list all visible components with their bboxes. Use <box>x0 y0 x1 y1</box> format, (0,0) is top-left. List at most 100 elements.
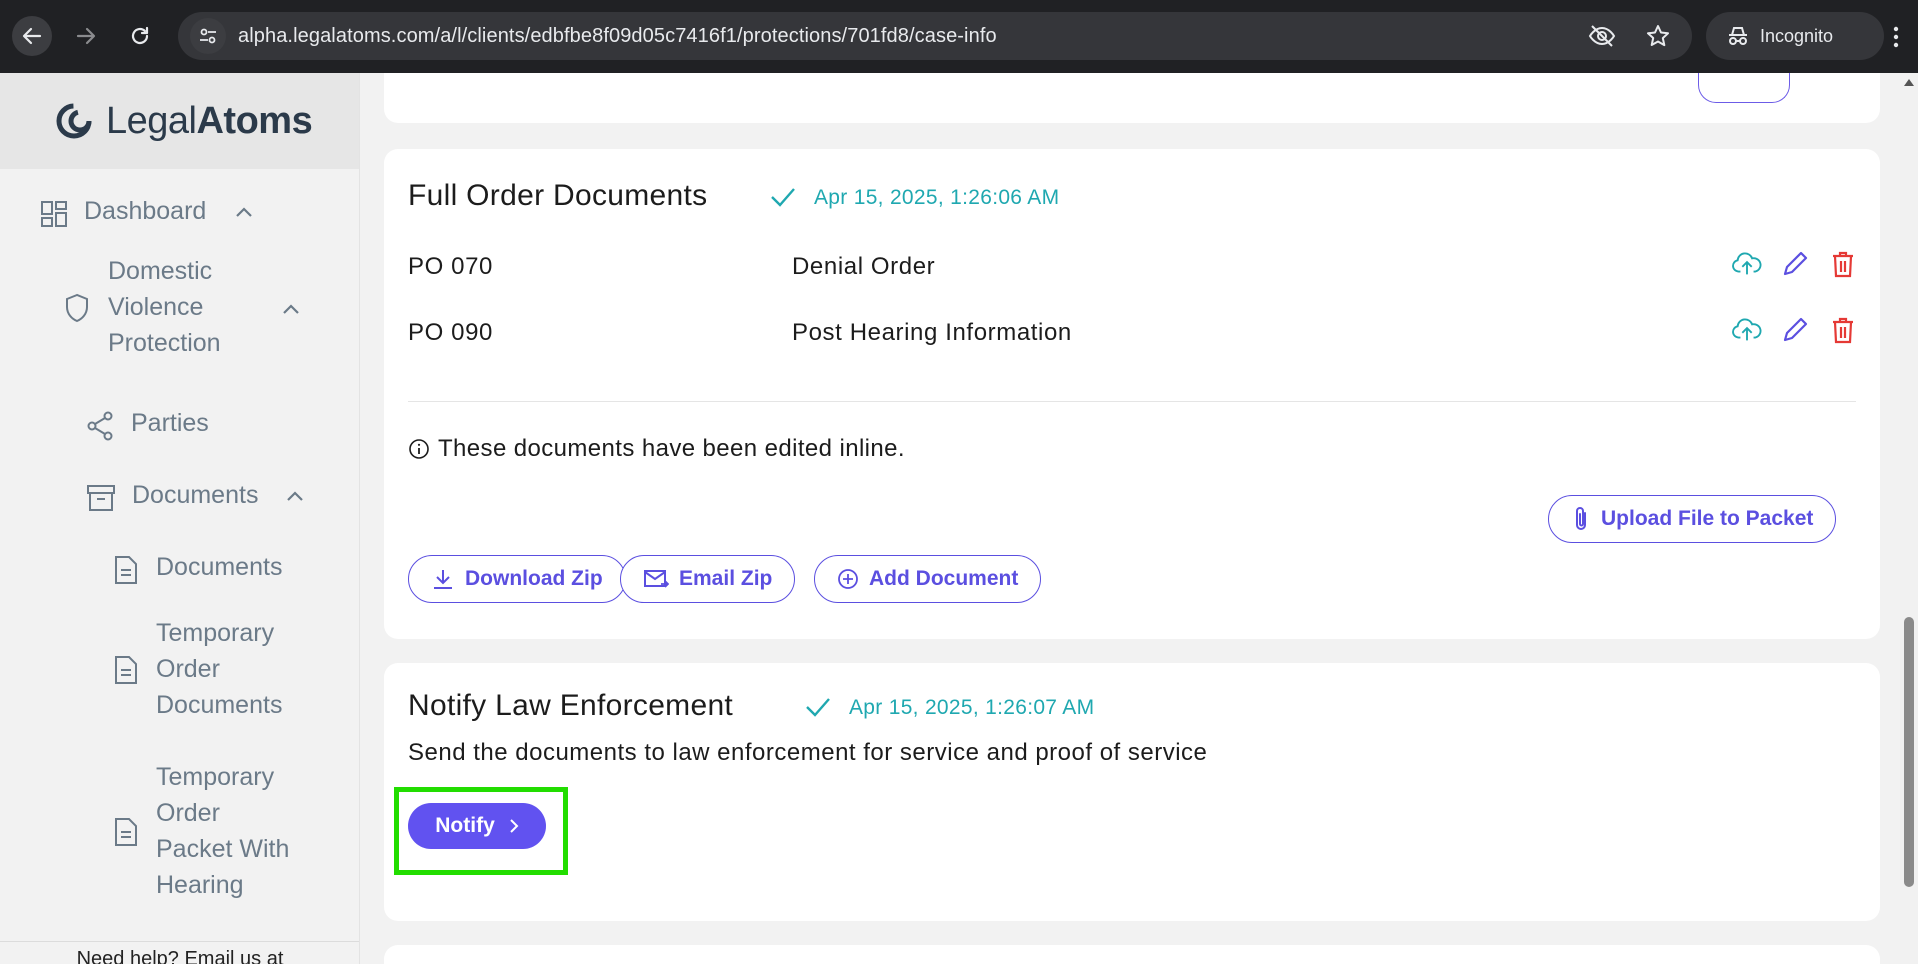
main-content: Full Order Documents Apr 15, 2025, 1:26:… <box>362 73 1900 964</box>
document-actions <box>1732 315 1858 345</box>
share-nodes-icon <box>87 411 113 441</box>
button-label: Notify <box>435 814 495 837</box>
notify-law-enforcement-card: Notify Law Enforcement Apr 15, 2025, 1:2… <box>384 663 1880 921</box>
sidebar-item-label: Documents <box>132 481 259 509</box>
chevron-up-icon <box>236 207 252 217</box>
section-title: Notify Law Enforcement <box>408 689 734 722</box>
dashboard-grid-icon <box>41 201 67 227</box>
kebab-menu-icon <box>1893 26 1899 48</box>
inline-edit-note: These documents have been edited inline. <box>408 435 905 463</box>
sidebar-item-line: Hearing <box>156 871 244 899</box>
incognito-label: Incognito <box>1760 25 1834 46</box>
chevron-up-icon <box>287 491 303 501</box>
sidebar-item-line: Order <box>156 655 220 683</box>
document-code: PO 070 <box>408 253 493 280</box>
button-label: Upload File to Packet <box>1601 507 1814 530</box>
document-name[interactable]: Post Hearing Information <box>792 319 1072 347</box>
sidebar-item-line: Temporary <box>156 619 275 647</box>
sidebar-item-parties[interactable]: Parties <box>86 405 326 445</box>
sidebar-item-temporary-order-documents[interactable]: Temporary Order Documents <box>112 615 332 725</box>
document-code: PO 090 <box>408 319 493 346</box>
completed-timestamp: Apr 15, 2025, 1:26:07 AM <box>849 696 1095 719</box>
previous-section-button[interactable] <box>1698 73 1790 103</box>
arrow-left-icon <box>22 27 42 45</box>
check-icon <box>806 698 830 717</box>
logo-light: Legal <box>106 99 197 142</box>
trash-delete-icon[interactable] <box>1828 249 1858 279</box>
add-document-button[interactable]: Add Document <box>814 555 1042 603</box>
back-button[interactable] <box>12 16 52 56</box>
url-text[interactable]: alpha.legalatoms.com/a/l/clients/edbfbe8… <box>238 25 997 48</box>
notify-button[interactable]: Notify <box>408 803 546 849</box>
logo[interactable]: LegalAtoms <box>0 73 359 169</box>
section-title: Full Order Documents <box>408 179 708 212</box>
logo-text: LegalAtoms <box>106 99 313 143</box>
previous-section-card <box>384 73 1880 123</box>
sidebar-item-line: Temporary <box>156 763 275 791</box>
bookmark-star-icon[interactable] <box>1646 24 1670 53</box>
help-text: Need help? Email us at <box>0 941 359 964</box>
archive-box-icon <box>87 485 115 511</box>
sidebar-item-label: Parties <box>131 409 209 437</box>
download-icon <box>434 570 452 589</box>
sidebar-item-documents[interactable]: Documents <box>86 477 326 517</box>
completed-timestamp: Apr 15, 2025, 1:26:06 AM <box>814 186 1060 209</box>
email-zip-button[interactable]: Email Zip <box>620 555 796 603</box>
logo-bold: Atoms <box>196 99 313 142</box>
cloud-upload-icon[interactable] <box>1732 315 1762 345</box>
sidebar-item-label: Dashboard <box>84 197 207 225</box>
divider <box>408 401 1856 402</box>
incognito-indicator[interactable]: Incognito <box>1706 12 1884 60</box>
trash-delete-icon[interactable] <box>1828 315 1858 345</box>
plus-circle-icon <box>838 569 858 589</box>
sidebar-item-line: Violence <box>108 293 204 321</box>
sidebar-item-line: Order <box>156 799 220 827</box>
download-zip-button[interactable]: Download Zip <box>408 555 626 603</box>
sidebar: LegalAtoms Dashboard Domestic Violence P… <box>0 73 360 964</box>
button-label: Download Zip <box>465 567 603 590</box>
eye-off-icon[interactable] <box>1588 24 1616 53</box>
chevron-up-icon <box>283 304 299 314</box>
document-icon <box>115 818 137 846</box>
browser-menu-button[interactable] <box>1886 24 1906 50</box>
sidebar-item-documents-sub[interactable]: Documents <box>112 549 332 589</box>
document-icon <box>115 656 137 684</box>
sidebar-item-line: Protection <box>108 329 221 357</box>
scrollbar-thumb[interactable] <box>1904 617 1914 887</box>
section-description: Send the documents to law enforcement fo… <box>408 739 1208 766</box>
scroll-up-arrow-icon[interactable] <box>1904 79 1914 86</box>
page-scrollbar[interactable] <box>1900 73 1918 964</box>
site-info-icon[interactable] <box>190 18 226 54</box>
legalatoms-logo-icon <box>56 103 92 139</box>
document-name[interactable]: Denial Order <box>792 253 935 281</box>
cloud-upload-icon[interactable] <box>1732 249 1762 279</box>
sidebar-item-temporary-order-packet[interactable]: Temporary Order Packet With Hearing <box>112 759 342 907</box>
pencil-edit-icon[interactable] <box>1780 315 1810 345</box>
reload-button[interactable] <box>120 16 160 56</box>
document-icon <box>115 556 137 584</box>
shield-icon <box>66 293 88 323</box>
check-icon <box>771 188 795 207</box>
upload-file-to-packet-button[interactable]: Upload File to Packet <box>1548 495 1837 543</box>
pencil-edit-icon[interactable] <box>1780 249 1810 279</box>
next-section-card <box>384 945 1880 964</box>
incognito-icon <box>1729 27 1747 45</box>
sidebar-item-dashboard[interactable]: Dashboard <box>38 193 338 233</box>
info-icon <box>409 439 429 459</box>
document-actions <box>1732 249 1858 279</box>
sidebar-item-line: Documents <box>156 691 283 719</box>
button-label: Add Document <box>869 567 1019 590</box>
note-text: These documents have been edited inline. <box>438 435 905 462</box>
full-order-documents-card: Full Order Documents Apr 15, 2025, 1:26:… <box>384 149 1880 639</box>
paperclip-icon <box>1576 507 1586 530</box>
sidebar-item-line: Packet With <box>156 835 290 863</box>
address-bar[interactable]: alpha.legalatoms.com/a/l/clients/edbfbe8… <box>178 12 1692 60</box>
email-icon <box>644 570 669 588</box>
arrow-right-icon <box>76 27 96 45</box>
sidebar-item-line: Domestic <box>108 257 213 285</box>
button-label: Email Zip <box>679 567 773 590</box>
sidebar-item-label: Documents <box>156 553 283 581</box>
forward-button[interactable] <box>66 16 106 56</box>
sidebar-item-domestic-violence-protection[interactable]: Domestic Violence Protection <box>62 253 322 363</box>
reload-icon <box>131 26 149 45</box>
